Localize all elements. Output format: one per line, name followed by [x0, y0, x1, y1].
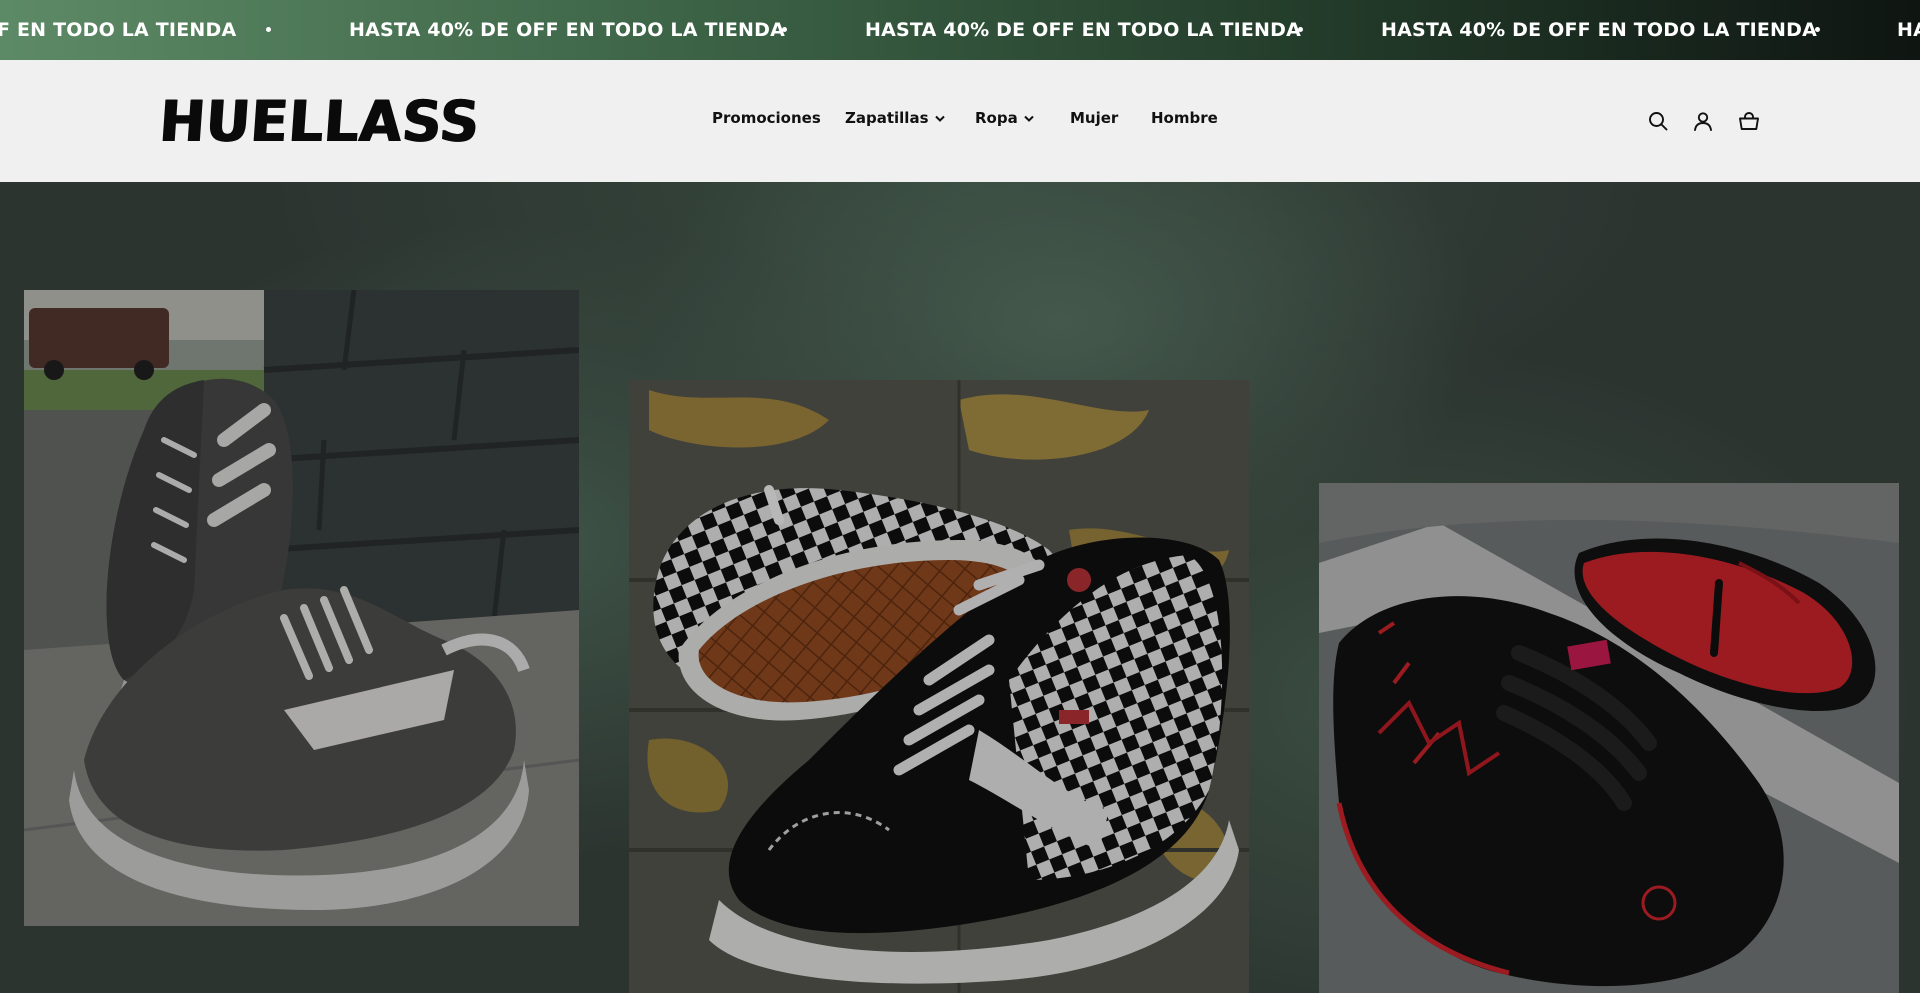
- separator-dot: [266, 27, 271, 32]
- hero-banner: [0, 182, 1920, 993]
- product-image-black-red-skate-shoes[interactable]: [1319, 483, 1899, 993]
- nav-item-mujer[interactable]: Mujer: [1070, 109, 1118, 127]
- store-logo[interactable]: HUELLASS: [158, 88, 483, 154]
- nav-item-zapatillas[interactable]: Zapatillas: [845, 109, 945, 127]
- checkerboard-hightop-photo: [629, 380, 1249, 993]
- announcement-text: HA: [1897, 19, 1920, 41]
- nav-item-hombre[interactable]: Hombre: [1151, 109, 1218, 127]
- separator-dot: [782, 27, 787, 32]
- nav-item-ropa[interactable]: Ropa: [975, 109, 1034, 127]
- search-icon[interactable]: [1646, 109, 1670, 133]
- announcement-text: HASTA 40% DE OFF EN TODO LA TIENDA: [349, 19, 786, 41]
- separator-dot: [1815, 27, 1820, 32]
- site-header: HUELLASS Promociones Zapatillas Ropa Muj…: [0, 60, 1920, 182]
- nav-item-promociones[interactable]: Promociones: [712, 109, 821, 127]
- announcement-bar: F EN TODO LA TIENDA HASTA 40% DE OFF EN …: [0, 0, 1920, 60]
- announcement-text: F EN TODO LA TIENDA: [0, 19, 237, 41]
- chevron-down-icon: [1024, 115, 1034, 122]
- product-image-gray-sneakers[interactable]: [24, 290, 579, 926]
- black-red-skate-shoes-photo: [1319, 483, 1899, 993]
- chevron-down-icon: [934, 115, 945, 122]
- account-icon[interactable]: [1691, 109, 1715, 133]
- cart-icon[interactable]: [1737, 109, 1761, 133]
- product-image-checkerboard-hightop[interactable]: [629, 380, 1249, 993]
- nav-item-label: Zapatillas: [845, 109, 929, 127]
- gray-sneakers-photo: [24, 290, 579, 926]
- nav-item-label: Ropa: [975, 109, 1018, 127]
- announcement-text: HASTA 40% DE OFF EN TODO LA TIENDA: [1381, 19, 1818, 41]
- separator-dot: [1298, 27, 1303, 32]
- announcement-text: HASTA 40% DE OFF EN TODO LA TIENDA: [865, 19, 1302, 41]
